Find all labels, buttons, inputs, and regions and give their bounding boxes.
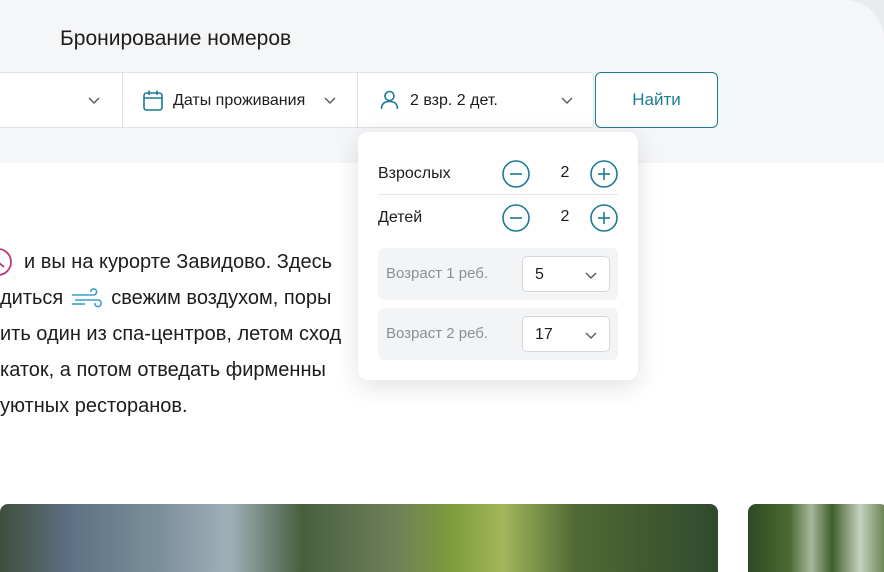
adults-label: Взрослых [378,165,451,182]
guests-select[interactable]: 2 взр. 2 дет. [358,73,594,127]
text-line-1: и вы на курорте Завидово. Здесь [24,251,333,273]
chevron-down-icon [324,97,336,105]
chevron-down-icon [585,272,597,280]
child-age-value: 5 [535,266,544,283]
child-age-select[interactable]: 17 [522,316,610,352]
find-button[interactable]: Найти [595,72,718,128]
adults-counter: Взрослых 2 [378,156,618,192]
minus-icon[interactable] [502,204,530,232]
child-age-row: Возраст 1 реб. 5 [378,248,618,300]
clock-icon [0,248,12,276]
dates-select[interactable]: Даты проживания [123,73,357,127]
plus-icon[interactable] [590,160,618,188]
child-age-label: Возраст 2 реб. [386,325,489,342]
hotel-select[interactable] [0,73,122,127]
text-line-2b: свежим воздухом, поры [111,287,332,309]
minus-icon[interactable] [502,160,530,188]
person-icon [380,90,399,110]
page-title: Бронирование номеров [60,27,292,50]
guests-dropdown: Взрослых 2 Детей 2 Возраст 1 реб. 5 Возр… [358,132,638,380]
resort-photo[interactable] [748,504,884,572]
plus-icon[interactable] [590,204,618,232]
resort-photo[interactable] [0,504,718,572]
chevron-down-icon [88,97,100,105]
dates-label: Даты проживания [173,92,306,109]
divider [378,194,618,195]
guests-label: 2 взр. 2 дет. [410,92,498,109]
page: Бронирование номеров Даты проживания 2 в… [0,0,884,572]
wind-icon [72,288,103,308]
text-line: уютных ресторанов. [0,388,470,424]
chevron-down-icon [585,332,597,340]
text-line-5: уютных ресторанов. [0,395,188,417]
calendar-icon [143,90,163,111]
child-age-select[interactable]: 5 [522,256,610,292]
text-line-4: каток, а потом отведать фирменны [0,359,326,381]
child-age-value: 17 [535,326,553,343]
chevron-down-icon [561,97,573,105]
child-age-label: Возраст 1 реб. [386,265,489,282]
adults-value: 2 [560,164,570,181]
text-line-2a: диться [0,287,64,309]
text-line-3: ить один из спа-центров, летом сход [0,323,342,345]
children-label: Детей [378,209,423,226]
children-value: 2 [560,208,570,225]
children-counter: Детей 2 [378,200,618,236]
child-age-row: Возраст 2 реб. 17 [378,308,618,360]
search-bar: Даты проживания 2 взр. 2 дет. [0,72,594,128]
